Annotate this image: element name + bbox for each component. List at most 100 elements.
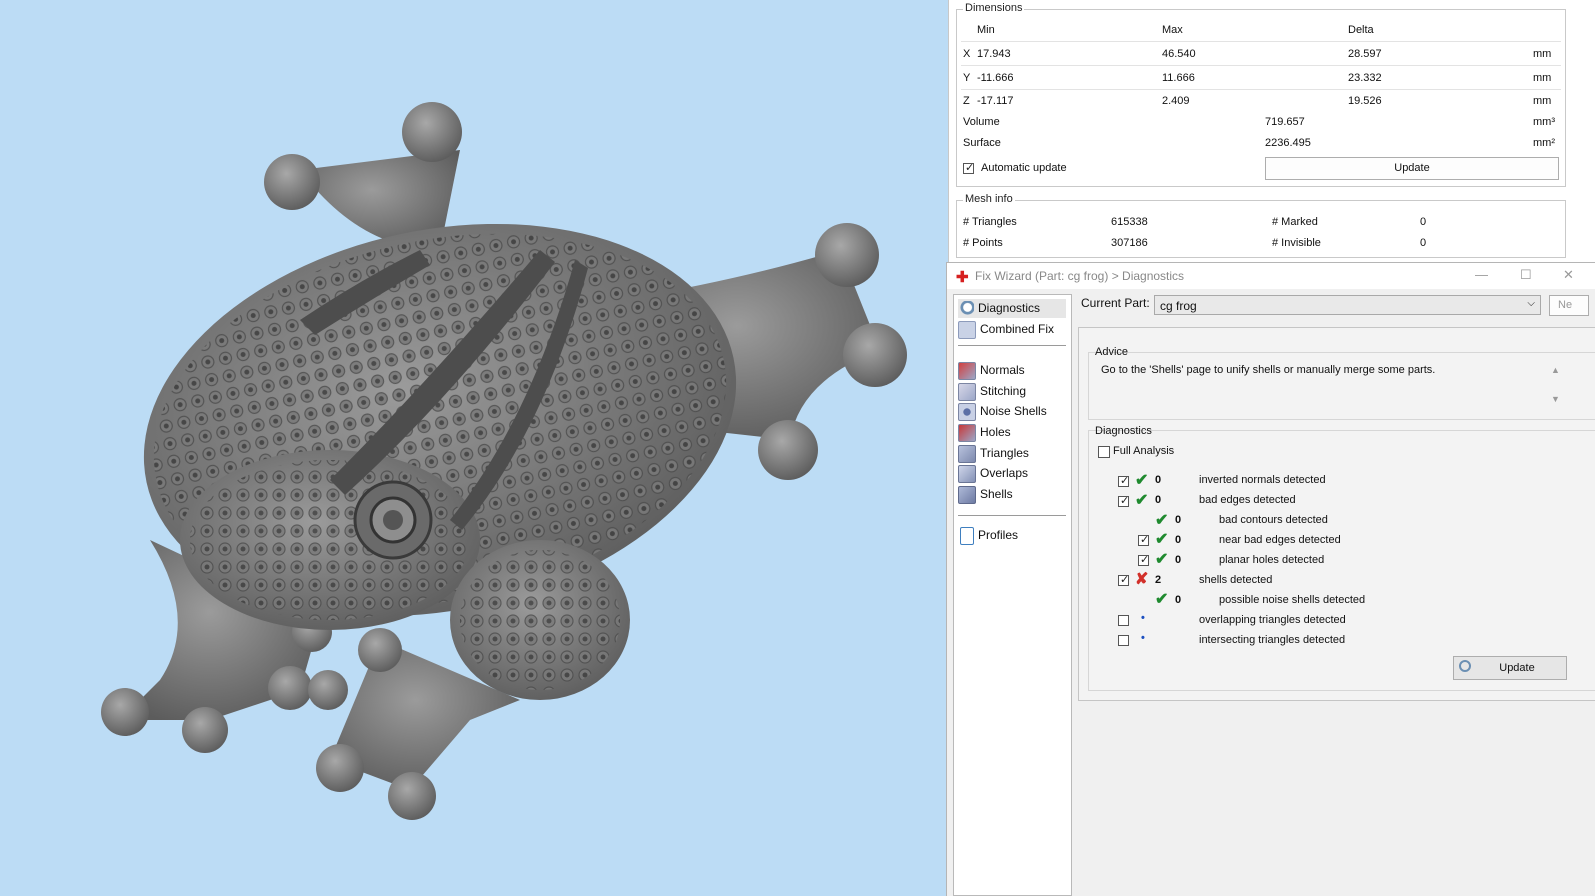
nav-item-holes[interactable]: Holes xyxy=(958,423,1066,442)
check-ok-icon: ✔ xyxy=(1135,492,1149,509)
diag-label-noise-shells: possible noise shells detected xyxy=(1219,594,1366,606)
y-delta: 23.332 xyxy=(1348,72,1382,84)
frog-model[interactable] xyxy=(0,0,948,895)
error-x-icon: ✘ xyxy=(1135,571,1149,588)
diag-count-shells: 2 xyxy=(1155,574,1162,586)
diagnostics-title: Diagnostics xyxy=(1095,425,1152,437)
magnifier-icon xyxy=(958,300,974,317)
z-max: 2.409 xyxy=(1162,95,1190,107)
wizard-plus-icon: ✚ xyxy=(956,269,969,286)
full-analysis-checkbox[interactable] xyxy=(1098,446,1110,458)
check-ok-icon: ✔ xyxy=(1155,512,1169,529)
holes-cube-icon xyxy=(958,423,976,442)
diag-label-bad-edges: bad edges detected xyxy=(1199,494,1296,506)
advice-title: Advice xyxy=(1095,346,1129,358)
invisible-value: 0 xyxy=(1420,237,1427,249)
y-max: 11.666 xyxy=(1162,72,1195,84)
diag-checkbox-intersecting[interactable] xyxy=(1118,635,1129,646)
header-max: Max xyxy=(1162,24,1183,36)
z-axis-label: Z xyxy=(963,95,970,107)
current-part-select[interactable]: cg frog ⌵ xyxy=(1154,295,1541,315)
volume-value: 719.657 xyxy=(1265,116,1305,128)
pending-dot-icon: • xyxy=(1141,632,1145,644)
mesh-info-group: Mesh info xyxy=(956,193,1566,258)
cube-icon xyxy=(958,320,976,339)
overlaps-cube-icon xyxy=(958,464,976,483)
nav-item-diagnostics[interactable]: Diagnostics xyxy=(958,299,1066,318)
diag-checkbox-near-bad-edges[interactable] xyxy=(1138,533,1149,546)
diag-label-intersecting: intersecting triangles detected xyxy=(1199,634,1346,646)
surface-value: 2236.495 xyxy=(1265,137,1311,149)
x-delta: 28.597 xyxy=(1348,48,1382,60)
diag-label-near-bad-edges: near bad edges detected xyxy=(1219,534,1341,546)
pending-dot-icon: • xyxy=(1141,612,1145,624)
chevron-down-icon: ⌵ xyxy=(1527,298,1535,309)
minimize-icon[interactable]: — xyxy=(1475,267,1488,282)
next-button[interactable]: Ne xyxy=(1549,295,1589,316)
nav-item-stitching[interactable]: Stitching xyxy=(958,382,1066,401)
diag-checkbox-inverted-normals[interactable] xyxy=(1118,474,1129,487)
marked-label: # Marked xyxy=(1272,216,1318,228)
mesh-info-title: Mesh info xyxy=(963,193,1015,205)
marked-value: 0 xyxy=(1420,216,1427,228)
normals-cube-icon xyxy=(958,361,976,380)
volume-label: Volume xyxy=(963,116,1000,128)
document-icon xyxy=(960,526,974,545)
diag-checkbox-planar-holes[interactable] xyxy=(1138,553,1149,566)
invisible-label: # Invisible xyxy=(1272,237,1321,249)
properties-panel: Dimensions Min Max Delta X 17.943 46.540… xyxy=(948,0,1595,262)
wizard-title: Fix Wizard (Part: cg frog) > Diagnostics xyxy=(975,269,1185,283)
diag-checkbox-overlapping[interactable] xyxy=(1118,615,1129,626)
points-label: # Points xyxy=(963,237,1003,249)
check-ok-icon: ✔ xyxy=(1135,472,1149,489)
nav-item-combined-fix[interactable]: Combined Fix xyxy=(958,320,1066,339)
nav-item-triangles[interactable]: Triangles xyxy=(958,444,1066,463)
dimensions-update-button[interactable]: Update xyxy=(1265,157,1559,180)
points-value: 307186 xyxy=(1111,237,1148,249)
check-ok-icon: ✔ xyxy=(1155,531,1169,548)
scroll-up-icon[interactable]: ▲ xyxy=(1551,365,1560,375)
3d-viewport[interactable] xyxy=(0,0,948,895)
diag-count-near-bad-edges: 0 xyxy=(1175,534,1182,546)
stitching-cube-icon xyxy=(958,382,976,401)
wizard-titlebar[interactable]: ✚ Fix Wizard (Part: cg frog) > Diagnosti… xyxy=(947,263,1595,289)
diag-label-shells: shells detected xyxy=(1199,574,1273,586)
wizard-nav: Diagnostics Combined Fix Normals Stitchi… xyxy=(953,294,1072,896)
diag-checkbox-shells[interactable] xyxy=(1118,573,1129,586)
triangles-label: # Triangles xyxy=(963,216,1017,228)
automatic-update-checkbox[interactable] xyxy=(963,161,974,174)
surface-unit: mm² xyxy=(1533,137,1555,149)
header-min: Min xyxy=(977,24,995,36)
check-ok-icon: ✔ xyxy=(1155,551,1169,568)
z-unit: mm xyxy=(1533,95,1552,107)
x-axis-label: X xyxy=(963,48,971,60)
full-analysis-label: Full Analysis xyxy=(1113,445,1175,457)
volume-unit: mm³ xyxy=(1533,116,1555,128)
y-axis-label: Y xyxy=(963,72,971,84)
z-min: -17.117 xyxy=(977,95,1014,107)
nav-item-noise-shells[interactable]: Noise Shells xyxy=(958,402,1066,421)
nav-item-normals[interactable]: Normals xyxy=(958,361,1066,380)
diag-count-bad-contours: 0 xyxy=(1175,514,1182,526)
diag-count-inverted-normals: 0 xyxy=(1155,474,1162,486)
diag-label-bad-contours: bad contours detected xyxy=(1219,514,1328,526)
triangles-cube-icon xyxy=(958,444,976,463)
fix-wizard-window: ✚ Fix Wizard (Part: cg frog) > Diagnosti… xyxy=(946,262,1595,896)
nav-item-profiles[interactable]: Profiles xyxy=(958,526,1066,545)
scroll-down-icon[interactable]: ▼ xyxy=(1551,394,1560,404)
diag-label-overlapping: overlapping triangles detected xyxy=(1199,614,1346,626)
magnifier-icon xyxy=(1459,660,1471,672)
header-delta: Delta xyxy=(1348,24,1374,36)
diagnostics-update-button[interactable]: Update xyxy=(1453,656,1567,680)
y-min: -11.666 xyxy=(977,72,1014,84)
triangles-value: 615338 xyxy=(1111,216,1148,228)
y-unit: mm xyxy=(1533,72,1552,84)
nav-item-shells[interactable]: Shells xyxy=(958,485,1066,504)
nav-item-overlaps[interactable]: Overlaps xyxy=(958,464,1066,483)
diag-checkbox-bad-edges[interactable] xyxy=(1118,494,1129,507)
maximize-icon[interactable]: ☐ xyxy=(1520,267,1532,283)
x-max: 46.540 xyxy=(1162,48,1196,60)
diag-label-planar-holes: planar holes detected xyxy=(1219,554,1325,566)
close-icon[interactable]: ✕ xyxy=(1563,267,1574,283)
advice-text-area[interactable]: Go to the 'Shells' page to unify shells … xyxy=(1089,360,1585,416)
